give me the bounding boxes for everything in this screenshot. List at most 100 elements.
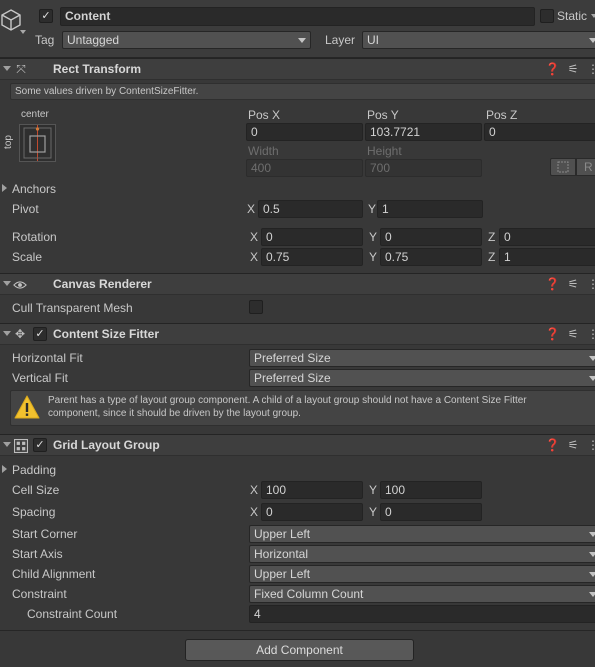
layer-label: Layer	[325, 33, 356, 47]
cell-size-x-input[interactable]: 100	[261, 481, 363, 499]
anchors-label[interactable]: Anchors	[12, 181, 56, 197]
constraint-label: Constraint	[12, 587, 67, 601]
rect-transform-title: Rect Transform	[53, 62, 142, 76]
object-name-input[interactable]: Content	[60, 7, 535, 26]
help-icon[interactable]: ❓	[545, 277, 560, 291]
anchor-preset-icon	[23, 125, 52, 161]
pivot-y-axis: Y	[368, 202, 377, 216]
padding-foldout-icon[interactable]	[2, 465, 7, 473]
content-size-fitter-header[interactable]: ✥ ✓ Content Size Fitter ❓ ⚟ ⋮	[0, 323, 595, 345]
eye-icon	[13, 281, 27, 289]
scale-z-axis: Z	[488, 250, 496, 264]
rotation-x-input[interactable]: 0	[261, 228, 363, 246]
chevron-down-icon	[589, 572, 595, 577]
context-menu-icon[interactable]: ⋮	[586, 438, 595, 452]
vertical-fit-label: Vertical Fit	[12, 371, 69, 385]
presets-icon[interactable]: ⚟	[566, 327, 580, 341]
pos-y-label: Pos Y	[367, 108, 399, 122]
foldout-arrow-icon[interactable]	[3, 442, 11, 447]
pos-x-input[interactable]: 0	[246, 123, 363, 141]
child-alignment-label: Child Alignment	[12, 567, 96, 581]
static-checkbox[interactable]	[540, 9, 554, 23]
warning-text-line1: Parent has a type of layout group compon…	[48, 395, 527, 406]
static-dropdown-arrow[interactable]	[591, 14, 595, 18]
rotation-z-axis: Z	[488, 230, 496, 244]
presets-icon[interactable]: ⚟	[566, 438, 580, 452]
start-axis-dropdown[interactable]: Horizontal	[249, 545, 595, 563]
cell-size-y-axis: Y	[369, 483, 378, 497]
grid-layout-group-title: Grid Layout Group	[53, 438, 160, 452]
pivot-x-input[interactable]: 0.5	[258, 200, 363, 218]
rotation-z-input[interactable]: 0	[499, 228, 595, 246]
spacing-label: Spacing	[12, 505, 56, 519]
scale-x-axis: X	[250, 250, 259, 264]
help-icon[interactable]: ❓	[545, 438, 560, 452]
anchor-presets-button[interactable]	[19, 124, 56, 162]
anchors-foldout-icon[interactable]	[2, 184, 7, 192]
object-header: ✓ Content Static Tag Untagged Layer UI	[0, 0, 595, 58]
spacing-x-axis: X	[250, 505, 259, 519]
rotation-y-axis: Y	[369, 230, 378, 244]
constraint-count-input[interactable]: 4	[249, 605, 595, 623]
layer-dropdown[interactable]: UI	[362, 31, 595, 49]
tag-label: Tag	[35, 33, 55, 47]
chevron-down-icon	[589, 552, 595, 557]
spacing-x-input[interactable]: 0	[261, 503, 363, 521]
start-corner-dropdown[interactable]: Upper Left	[249, 525, 595, 543]
foldout-arrow-icon[interactable]	[3, 66, 11, 71]
grid-layout-group-header[interactable]: ✓ Grid Layout Group ❓ ⚟ ⋮	[0, 434, 595, 456]
foldout-arrow-icon[interactable]	[3, 281, 11, 286]
context-menu-icon[interactable]: ⋮	[586, 327, 595, 341]
blueprint-mode-button[interactable]	[550, 158, 576, 176]
context-menu-icon[interactable]: ⋮	[586, 277, 595, 291]
cell-size-y-input[interactable]: 100	[380, 481, 482, 499]
rotation-label: Rotation	[12, 230, 57, 244]
canvas-renderer-header[interactable]: Canvas Renderer ❓ ⚟ ⋮	[0, 273, 595, 295]
start-corner-value: Upper Left	[254, 527, 311, 541]
spacing-y-input[interactable]: 0	[380, 503, 482, 521]
grid-layout-icon	[14, 439, 28, 453]
constraint-dropdown[interactable]: Fixed Column Count	[249, 585, 595, 603]
child-alignment-dropdown[interactable]: Upper Left	[249, 565, 595, 583]
rotation-y-input[interactable]: 0	[380, 228, 482, 246]
pos-x-label: Pos X	[248, 108, 281, 122]
chevron-down-icon	[589, 356, 595, 361]
scale-y-input[interactable]: 0.75	[380, 248, 482, 266]
pivot-label: Pivot	[12, 202, 39, 216]
help-icon[interactable]: ❓	[545, 62, 560, 76]
start-axis-label: Start Axis	[12, 547, 63, 561]
pos-z-input[interactable]: 0	[484, 123, 595, 141]
cell-size-label: Cell Size	[12, 483, 60, 497]
cull-transparent-mesh-checkbox[interactable]	[249, 300, 263, 314]
width-label: Width	[248, 144, 279, 158]
active-checkbox[interactable]: ✓	[39, 9, 53, 23]
child-alignment-value: Upper Left	[254, 567, 311, 581]
constraint-count-label: Constraint Count	[27, 607, 118, 621]
content-size-fitter-enabled-checkbox[interactable]: ✓	[33, 327, 47, 341]
foldout-arrow-icon[interactable]	[3, 331, 11, 336]
pos-y-input[interactable]: 103.7721	[365, 123, 482, 141]
raw-edit-button[interactable]: R	[576, 158, 595, 176]
scale-z-input[interactable]: 1	[499, 248, 595, 266]
scale-x-input[interactable]: 0.75	[261, 248, 363, 266]
presets-icon[interactable]: ⚟	[566, 62, 580, 76]
help-icon[interactable]: ❓	[545, 327, 560, 341]
chevron-down-icon	[298, 38, 306, 43]
icon-dropdown-arrow[interactable]	[20, 30, 26, 34]
driven-info-text: Some values driven by ContentSizeFitter.	[15, 86, 199, 97]
gameobject-cube-icon	[1, 9, 21, 31]
pivot-y-input[interactable]: 1	[377, 200, 483, 218]
bottom-divider	[0, 630, 595, 631]
scale-y-axis: Y	[369, 250, 378, 264]
padding-label[interactable]: Padding	[12, 462, 56, 478]
vertical-fit-dropdown[interactable]: Preferred Size	[249, 369, 595, 387]
height-label: Height	[367, 144, 402, 158]
rect-transform-header[interactable]: ⤧ Rect Transform ❓ ⚟ ⋮	[0, 58, 595, 80]
cull-transparent-mesh-label: Cull Transparent Mesh	[12, 301, 133, 315]
horizontal-fit-dropdown[interactable]: Preferred Size	[249, 349, 595, 367]
presets-icon[interactable]: ⚟	[566, 277, 580, 291]
add-component-button[interactable]: Add Component	[185, 639, 414, 661]
context-menu-icon[interactable]: ⋮	[586, 62, 595, 76]
tag-dropdown[interactable]: Untagged	[62, 31, 311, 49]
grid-layout-enabled-checkbox[interactable]: ✓	[33, 438, 47, 452]
